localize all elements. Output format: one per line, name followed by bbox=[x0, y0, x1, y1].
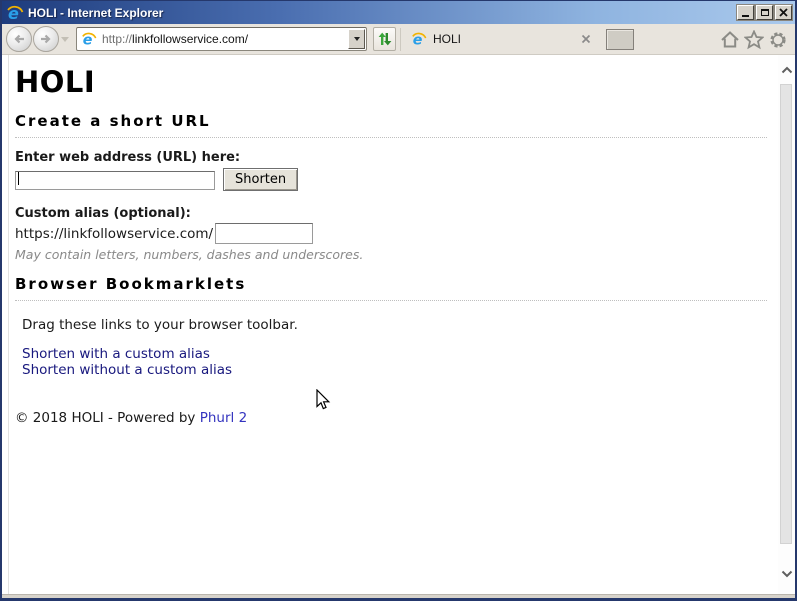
address-favicon-ie-icon: e bbox=[81, 31, 97, 47]
scroll-down-button[interactable] bbox=[778, 565, 795, 582]
chevron-up-icon bbox=[781, 66, 792, 73]
settings-gear-icon bbox=[770, 32, 786, 48]
vertical-scrollbar[interactable] bbox=[778, 55, 795, 594]
favorites-button[interactable] bbox=[744, 30, 764, 50]
bookmarklets-intro: Drag these links to your browser toolbar… bbox=[22, 317, 298, 333]
maximize-button[interactable] bbox=[756, 5, 773, 20]
footer-text: © 2018 HOLI - Powered by bbox=[15, 410, 200, 427]
url-protocol: http:// bbox=[102, 32, 133, 46]
url-input[interactable] bbox=[15, 170, 215, 190]
create-short-url-heading: Create a short URL bbox=[15, 112, 767, 138]
new-tab-button[interactable] bbox=[606, 29, 634, 50]
alias-field-label: Custom alias (optional): bbox=[15, 206, 191, 221]
address-bar[interactable]: e http://linkfollowservice.com/ bbox=[76, 27, 367, 51]
navigation-toolbar: e http://linkfollowservice.com/ e HOLI bbox=[2, 24, 795, 55]
shorten-button[interactable]: Shorten bbox=[223, 168, 299, 191]
bookmarklet-link-without-alias[interactable]: Shorten without a custom alias bbox=[22, 362, 749, 378]
scroll-up-button[interactable] bbox=[778, 61, 795, 78]
tab-favicon-ie-icon: e bbox=[411, 31, 427, 47]
titlebar: e HOLI - Internet Explorer bbox=[2, 1, 795, 24]
alias-url-prefix: https://linkfollowservice.com/ bbox=[15, 225, 214, 242]
text-caret bbox=[18, 172, 19, 186]
url-field-label: Enter web address (URL) here: bbox=[15, 150, 241, 165]
forward-arrow-icon bbox=[41, 34, 51, 44]
tab-label: HOLI bbox=[433, 32, 462, 46]
scrollbar-thumb[interactable] bbox=[780, 84, 792, 544]
recent-pages-dropdown-icon[interactable] bbox=[61, 37, 69, 42]
home-button[interactable] bbox=[720, 30, 740, 49]
page-footer: © 2018 HOLI - Powered by Phurl 2 bbox=[15, 410, 749, 426]
back-button[interactable] bbox=[6, 26, 32, 52]
url-form-row: Shorten bbox=[15, 168, 749, 191]
address-url-text: http://linkfollowservice.com/ bbox=[102, 32, 348, 46]
tab-separator bbox=[400, 28, 401, 51]
page-content: HOLI Create a short URL Enter web addres… bbox=[2, 55, 795, 594]
bookmarklet-link-with-alias[interactable]: Shorten with a custom alias bbox=[22, 346, 749, 362]
chevron-down-icon bbox=[353, 37, 360, 41]
minimize-button[interactable] bbox=[737, 5, 754, 20]
back-arrow-icon bbox=[14, 34, 24, 44]
bookmarklet-links: Shorten with a custom alias Shorten with… bbox=[22, 346, 749, 378]
minimize-icon bbox=[742, 15, 749, 17]
alias-hint-text: May contain letters, numbers, dashes and… bbox=[15, 247, 364, 262]
tab-close-icon bbox=[581, 34, 591, 44]
window-title: HOLI - Internet Explorer bbox=[28, 5, 164, 20]
chevron-down-icon bbox=[781, 570, 792, 577]
url-domain: linkfollowservice.com/ bbox=[132, 32, 249, 46]
mouse-cursor bbox=[316, 389, 331, 410]
browser-window: e HOLI - Internet Explorer e http://link… bbox=[0, 0, 797, 601]
address-dropdown-button[interactable] bbox=[348, 29, 365, 49]
window-bottom-strip bbox=[2, 594, 795, 598]
phurl-link[interactable]: Phurl 2 bbox=[200, 410, 247, 426]
ie-logo-icon: e bbox=[6, 4, 24, 22]
refresh-icon bbox=[378, 32, 392, 46]
favorites-star-icon bbox=[744, 30, 764, 50]
tab-close-button[interactable] bbox=[581, 34, 591, 44]
browser-bookmarklets-heading: Browser Bookmarklets bbox=[15, 275, 767, 301]
home-icon bbox=[721, 31, 739, 48]
page-title: HOLI bbox=[15, 65, 96, 99]
alias-form-row: https://linkfollowservice.com/ bbox=[15, 223, 749, 244]
settings-button[interactable] bbox=[768, 30, 788, 50]
close-icon bbox=[779, 8, 788, 17]
content-left-edge bbox=[8, 55, 9, 594]
tab-holi[interactable]: e HOLI bbox=[402, 24, 598, 54]
alias-input[interactable] bbox=[215, 223, 314, 244]
forward-button[interactable] bbox=[33, 26, 59, 52]
maximize-icon bbox=[760, 9, 769, 16]
close-button[interactable] bbox=[775, 5, 792, 20]
refresh-button[interactable] bbox=[373, 27, 396, 51]
